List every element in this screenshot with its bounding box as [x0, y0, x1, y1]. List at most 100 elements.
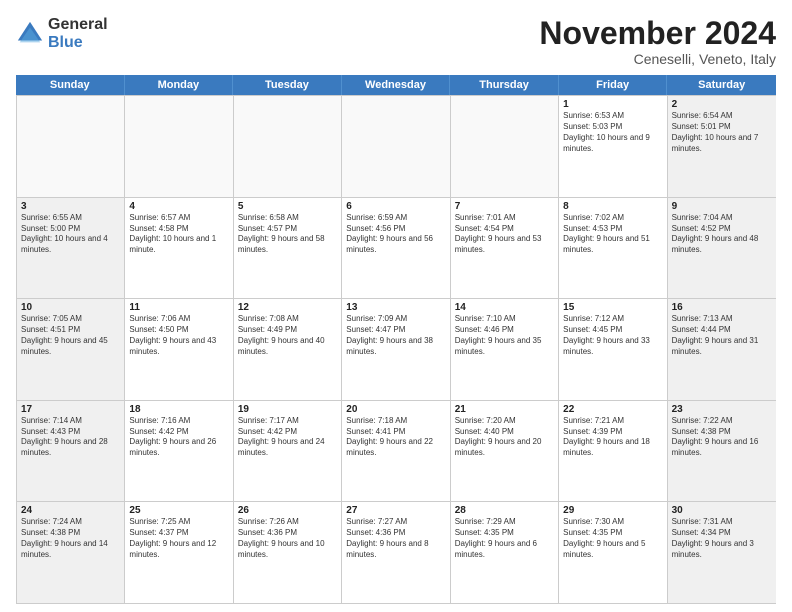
day-info: Sunrise: 6:57 AMSunset: 4:58 PMDaylight:… [129, 213, 228, 256]
calendar-cell: 25Sunrise: 7:25 AMSunset: 4:37 PMDayligh… [125, 502, 233, 603]
day-number: 30 [672, 505, 772, 516]
week-row-5: 24Sunrise: 7:24 AMSunset: 4:38 PMDayligh… [17, 501, 776, 603]
calendar-body: 1Sunrise: 6:53 AMSunset: 5:03 PMDaylight… [16, 95, 776, 604]
day-info: Sunrise: 6:53 AMSunset: 5:03 PMDaylight:… [563, 111, 662, 154]
header-day-friday: Friday [559, 75, 668, 95]
calendar-cell [125, 96, 233, 197]
day-info: Sunrise: 7:30 AMSunset: 4:35 PMDaylight:… [563, 517, 662, 560]
day-number: 20 [346, 404, 445, 415]
day-info: Sunrise: 7:26 AMSunset: 4:36 PMDaylight:… [238, 517, 337, 560]
day-info: Sunrise: 7:14 AMSunset: 4:43 PMDaylight:… [21, 416, 120, 459]
day-info: Sunrise: 7:16 AMSunset: 4:42 PMDaylight:… [129, 416, 228, 459]
day-number: 23 [672, 404, 772, 415]
day-number: 24 [21, 505, 120, 516]
calendar-cell: 14Sunrise: 7:10 AMSunset: 4:46 PMDayligh… [451, 299, 559, 400]
calendar-cell [234, 96, 342, 197]
calendar-cell: 27Sunrise: 7:27 AMSunset: 4:36 PMDayligh… [342, 502, 450, 603]
day-info: Sunrise: 7:31 AMSunset: 4:34 PMDaylight:… [672, 517, 772, 560]
calendar-cell: 9Sunrise: 7:04 AMSunset: 4:52 PMDaylight… [668, 198, 776, 299]
logo-blue-text: Blue [48, 34, 108, 52]
calendar-cell: 20Sunrise: 7:18 AMSunset: 4:41 PMDayligh… [342, 401, 450, 502]
header-day-monday: Monday [125, 75, 234, 95]
day-info: Sunrise: 7:06 AMSunset: 4:50 PMDaylight:… [129, 314, 228, 357]
day-info: Sunrise: 7:02 AMSunset: 4:53 PMDaylight:… [563, 213, 662, 256]
week-row-4: 17Sunrise: 7:14 AMSunset: 4:43 PMDayligh… [17, 400, 776, 502]
calendar-cell: 8Sunrise: 7:02 AMSunset: 4:53 PMDaylight… [559, 198, 667, 299]
day-number: 26 [238, 505, 337, 516]
day-info: Sunrise: 7:22 AMSunset: 4:38 PMDaylight:… [672, 416, 772, 459]
day-number: 28 [455, 505, 554, 516]
day-info: Sunrise: 7:17 AMSunset: 4:42 PMDaylight:… [238, 416, 337, 459]
calendar-cell [17, 96, 125, 197]
day-number: 21 [455, 404, 554, 415]
day-number: 18 [129, 404, 228, 415]
calendar-cell: 29Sunrise: 7:30 AMSunset: 4:35 PMDayligh… [559, 502, 667, 603]
location: Ceneselli, Veneto, Italy [539, 51, 776, 67]
day-number: 4 [129, 201, 228, 212]
day-info: Sunrise: 6:55 AMSunset: 5:00 PMDaylight:… [21, 213, 120, 256]
header-day-saturday: Saturday [667, 75, 776, 95]
week-row-1: 1Sunrise: 6:53 AMSunset: 5:03 PMDaylight… [17, 95, 776, 197]
day-number: 10 [21, 302, 120, 313]
day-number: 12 [238, 302, 337, 313]
day-info: Sunrise: 7:29 AMSunset: 4:35 PMDaylight:… [455, 517, 554, 560]
calendar-cell: 10Sunrise: 7:05 AMSunset: 4:51 PMDayligh… [17, 299, 125, 400]
calendar-header: SundayMondayTuesdayWednesdayThursdayFrid… [16, 75, 776, 95]
calendar-cell: 6Sunrise: 6:59 AMSunset: 4:56 PMDaylight… [342, 198, 450, 299]
day-info: Sunrise: 7:10 AMSunset: 4:46 PMDaylight:… [455, 314, 554, 357]
day-number: 2 [672, 99, 772, 110]
day-info: Sunrise: 7:08 AMSunset: 4:49 PMDaylight:… [238, 314, 337, 357]
calendar-cell: 13Sunrise: 7:09 AMSunset: 4:47 PMDayligh… [342, 299, 450, 400]
day-number: 17 [21, 404, 120, 415]
header-day-wednesday: Wednesday [342, 75, 451, 95]
calendar-cell: 2Sunrise: 6:54 AMSunset: 5:01 PMDaylight… [668, 96, 776, 197]
day-number: 15 [563, 302, 662, 313]
day-number: 22 [563, 404, 662, 415]
calendar-cell: 11Sunrise: 7:06 AMSunset: 4:50 PMDayligh… [125, 299, 233, 400]
day-info: Sunrise: 7:13 AMSunset: 4:44 PMDaylight:… [672, 314, 772, 357]
calendar-cell: 28Sunrise: 7:29 AMSunset: 4:35 PMDayligh… [451, 502, 559, 603]
day-number: 29 [563, 505, 662, 516]
day-number: 7 [455, 201, 554, 212]
calendar-cell: 7Sunrise: 7:01 AMSunset: 4:54 PMDaylight… [451, 198, 559, 299]
calendar-cell: 18Sunrise: 7:16 AMSunset: 4:42 PMDayligh… [125, 401, 233, 502]
day-info: Sunrise: 7:24 AMSunset: 4:38 PMDaylight:… [21, 517, 120, 560]
day-info: Sunrise: 7:25 AMSunset: 4:37 PMDaylight:… [129, 517, 228, 560]
calendar-cell: 26Sunrise: 7:26 AMSunset: 4:36 PMDayligh… [234, 502, 342, 603]
calendar: SundayMondayTuesdayWednesdayThursdayFrid… [16, 75, 776, 604]
day-info: Sunrise: 7:05 AMSunset: 4:51 PMDaylight:… [21, 314, 120, 357]
day-number: 1 [563, 99, 662, 110]
day-info: Sunrise: 7:04 AMSunset: 4:52 PMDaylight:… [672, 213, 772, 256]
day-number: 19 [238, 404, 337, 415]
day-info: Sunrise: 6:54 AMSunset: 5:01 PMDaylight:… [672, 111, 772, 154]
calendar-cell: 5Sunrise: 6:58 AMSunset: 4:57 PMDaylight… [234, 198, 342, 299]
day-number: 27 [346, 505, 445, 516]
week-row-3: 10Sunrise: 7:05 AMSunset: 4:51 PMDayligh… [17, 298, 776, 400]
day-info: Sunrise: 7:18 AMSunset: 4:41 PMDaylight:… [346, 416, 445, 459]
calendar-cell: 16Sunrise: 7:13 AMSunset: 4:44 PMDayligh… [668, 299, 776, 400]
calendar-cell: 17Sunrise: 7:14 AMSunset: 4:43 PMDayligh… [17, 401, 125, 502]
day-info: Sunrise: 7:21 AMSunset: 4:39 PMDaylight:… [563, 416, 662, 459]
calendar-cell: 3Sunrise: 6:55 AMSunset: 5:00 PMDaylight… [17, 198, 125, 299]
day-number: 6 [346, 201, 445, 212]
day-number: 16 [672, 302, 772, 313]
header-day-thursday: Thursday [450, 75, 559, 95]
day-info: Sunrise: 6:59 AMSunset: 4:56 PMDaylight:… [346, 213, 445, 256]
day-info: Sunrise: 7:27 AMSunset: 4:36 PMDaylight:… [346, 517, 445, 560]
logo-text: General Blue [48, 16, 108, 51]
page: General Blue November 2024 Ceneselli, Ve… [0, 0, 792, 612]
day-number: 3 [21, 201, 120, 212]
calendar-cell: 21Sunrise: 7:20 AMSunset: 4:40 PMDayligh… [451, 401, 559, 502]
calendar-cell [451, 96, 559, 197]
day-number: 8 [563, 201, 662, 212]
header-day-sunday: Sunday [16, 75, 125, 95]
calendar-cell: 1Sunrise: 6:53 AMSunset: 5:03 PMDaylight… [559, 96, 667, 197]
day-info: Sunrise: 6:58 AMSunset: 4:57 PMDaylight:… [238, 213, 337, 256]
day-number: 11 [129, 302, 228, 313]
day-number: 9 [672, 201, 772, 212]
day-info: Sunrise: 7:01 AMSunset: 4:54 PMDaylight:… [455, 213, 554, 256]
logo: General Blue [16, 16, 108, 51]
calendar-cell: 19Sunrise: 7:17 AMSunset: 4:42 PMDayligh… [234, 401, 342, 502]
day-info: Sunrise: 7:20 AMSunset: 4:40 PMDaylight:… [455, 416, 554, 459]
calendar-cell: 22Sunrise: 7:21 AMSunset: 4:39 PMDayligh… [559, 401, 667, 502]
